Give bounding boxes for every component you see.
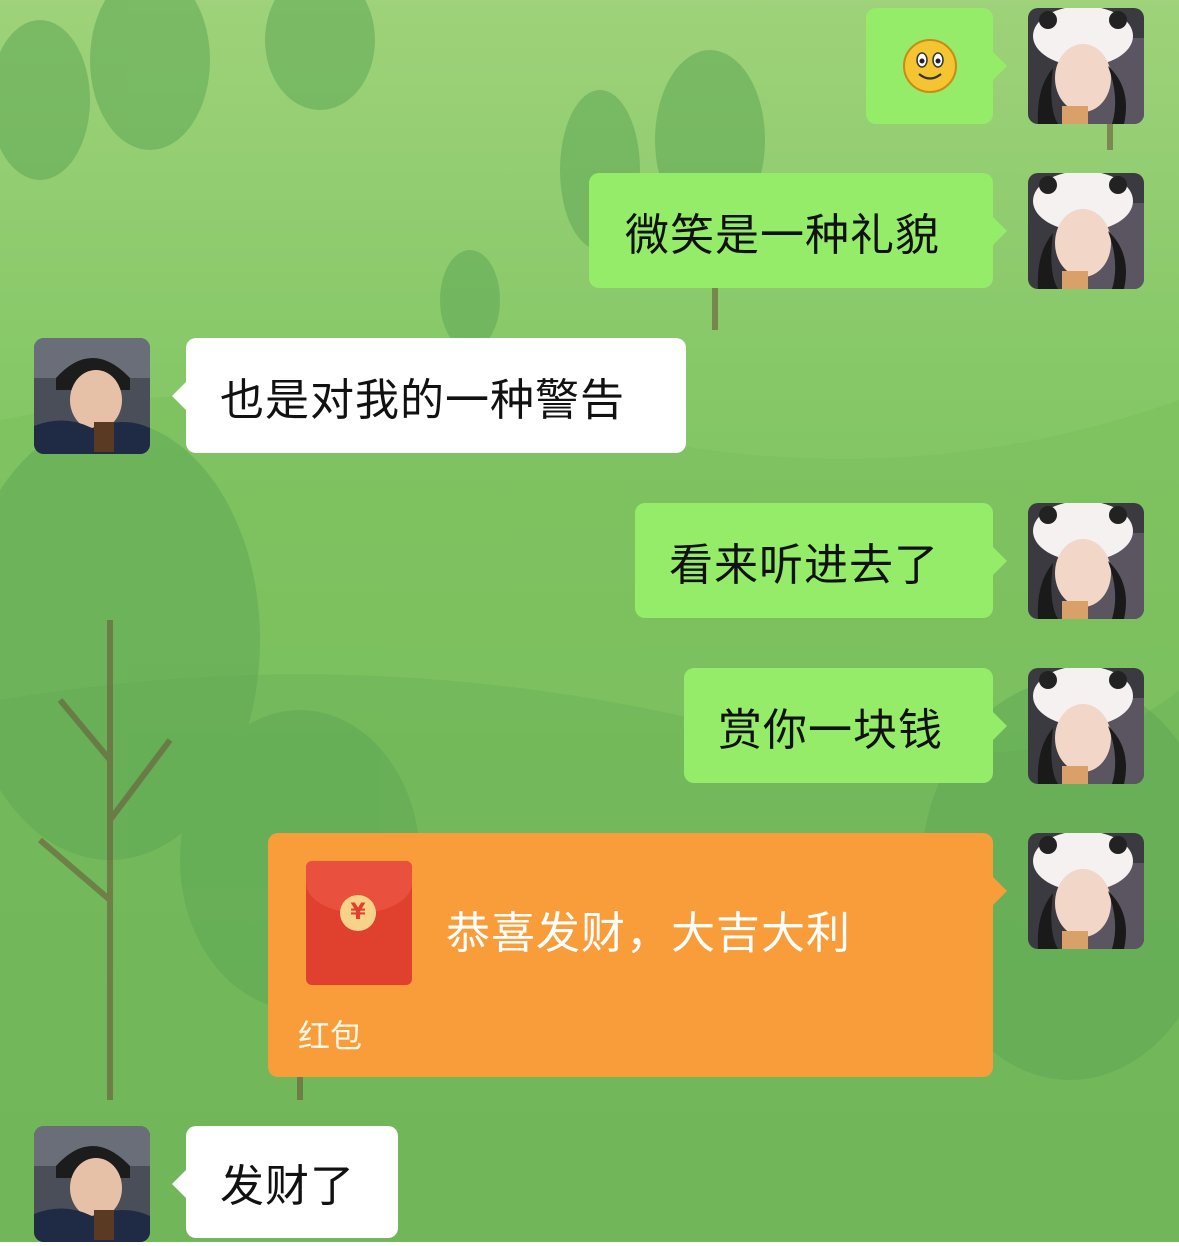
yuan-coin-icon: ¥ [340, 895, 376, 931]
message-bubble-text[interactable]: 看来听进去了 [635, 503, 1007, 618]
avatar-self[interactable] [1028, 503, 1144, 619]
avatar-contact[interactable] [34, 1126, 150, 1242]
red-packet-icon: ¥ [306, 861, 412, 985]
red-packet-message[interactable]: ¥ 恭喜发财，大吉大利 红包 [268, 833, 1007, 1077]
smile-emoji-icon [902, 39, 957, 93]
avatar-contact[interactable] [34, 338, 150, 454]
message-text: 赏你一块钱 [718, 704, 943, 756]
message-bubble-text[interactable]: 也是对我的一种警告 [172, 338, 686, 453]
message-bubble-emoji[interactable] [866, 8, 1007, 124]
message-text: 也是对我的一种警告 [220, 374, 625, 426]
message-text: 微笑是一种礼貌 [625, 209, 940, 261]
avatar-self[interactable] [1028, 173, 1144, 289]
red-packet-title: 恭喜发财，大吉大利 [446, 908, 851, 959]
avatar-self[interactable] [1028, 668, 1144, 784]
avatar-self[interactable] [1028, 8, 1144, 124]
message-bubble-text[interactable]: 赏你一块钱 [684, 668, 1007, 783]
message-bubble-text[interactable]: 发财了 [172, 1126, 398, 1238]
avatar-self[interactable] [1028, 833, 1144, 949]
message-text: 发财了 [220, 1161, 355, 1212]
red-packet-label: 红包 [298, 1017, 363, 1055]
message-text: 看来听进去了 [669, 539, 939, 591]
message-bubble-text[interactable]: 微笑是一种礼貌 [589, 173, 1007, 288]
